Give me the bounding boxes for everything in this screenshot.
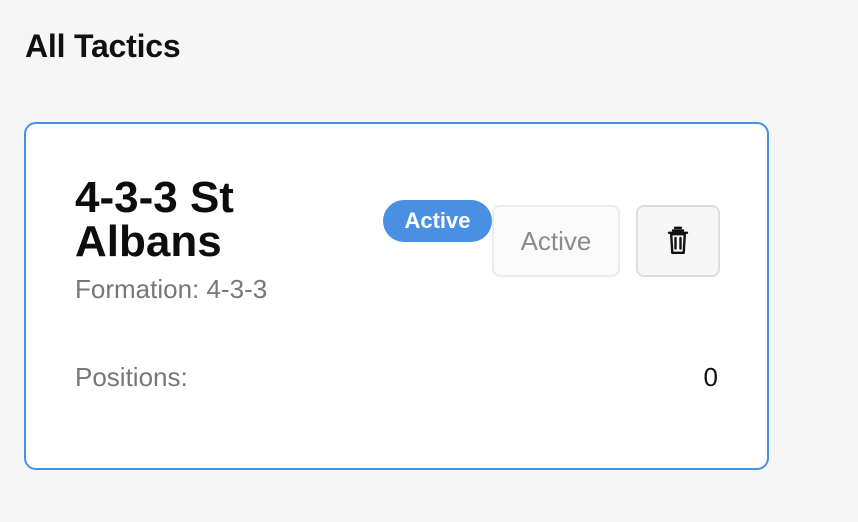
tactic-name: 4-3-3 St Albans (75, 173, 234, 266)
active-button[interactable]: Active (492, 205, 620, 277)
active-status-badge: Active (383, 200, 492, 242)
positions-label: Positions: (75, 362, 188, 392)
delete-button[interactable] (636, 205, 720, 277)
trash-icon (667, 226, 689, 254)
tactic-card[interactable]: 4-3-3 St Albans Formation: 4-3-3 Active … (24, 122, 769, 470)
formation-text: Formation: 4-3-3 (75, 274, 268, 304)
positions-count: 0 (703, 362, 718, 392)
page-title: All Tactics (25, 28, 181, 64)
